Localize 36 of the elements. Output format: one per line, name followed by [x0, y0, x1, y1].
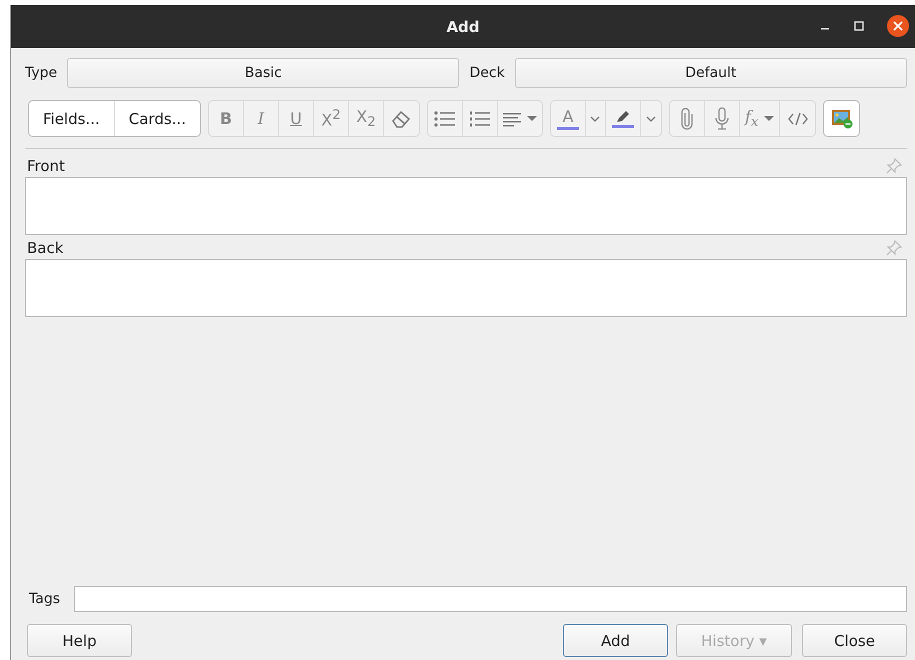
note-type-button[interactable]: Basic [67, 58, 460, 88]
toolbar-button[interactable]: Cards... [114, 101, 200, 136]
toolbar-button[interactable]: X$_{2}$ [348, 101, 384, 136]
toolbar-button[interactable]: A [550, 101, 586, 136]
code-icon [788, 110, 808, 126]
dialog-button[interactable]: Help [27, 624, 132, 657]
paperclip-icon [680, 108, 693, 130]
align-icon [502, 110, 521, 126]
toolbar-button[interactable]: X$^{2}$ [314, 101, 349, 136]
tags-label: Tags [29, 591, 60, 607]
deck-label: Deck [469, 65, 505, 81]
dropdown-arrow-icon [764, 116, 774, 122]
field-label: Front [27, 157, 65, 175]
window-title: Add [446, 18, 480, 36]
dialog-button[interactable]: Add [563, 624, 668, 657]
numbered-list-icon [468, 110, 491, 126]
chevron-icon [646, 114, 656, 122]
bullet-list-icon [434, 110, 456, 126]
chevron-icon [590, 114, 600, 122]
field-label: Back [27, 239, 64, 257]
add-image-icon [830, 108, 853, 128]
toolbar-button[interactable]: I [244, 101, 279, 136]
microphone-icon [714, 106, 730, 130]
field-input[interactable] [25, 259, 907, 317]
tags-field[interactable] [74, 586, 907, 612]
close-icon[interactable] [887, 15, 909, 37]
dialog-button[interactable]: Close [802, 624, 907, 657]
type-label: Type [25, 65, 58, 81]
toolbar-button[interactable]: f$_{x}$ [740, 101, 780, 136]
maximize-icon[interactable] [853, 20, 865, 32]
field-input[interactable] [25, 177, 907, 235]
dropdown-arrow-icon [526, 116, 537, 122]
toolbar-button[interactable]: Fields... [29, 101, 115, 136]
toolbar-button[interactable]: B [208, 101, 244, 136]
deck-button[interactable]: Default [514, 58, 908, 88]
toolbar-button[interactable]: U [278, 101, 314, 136]
